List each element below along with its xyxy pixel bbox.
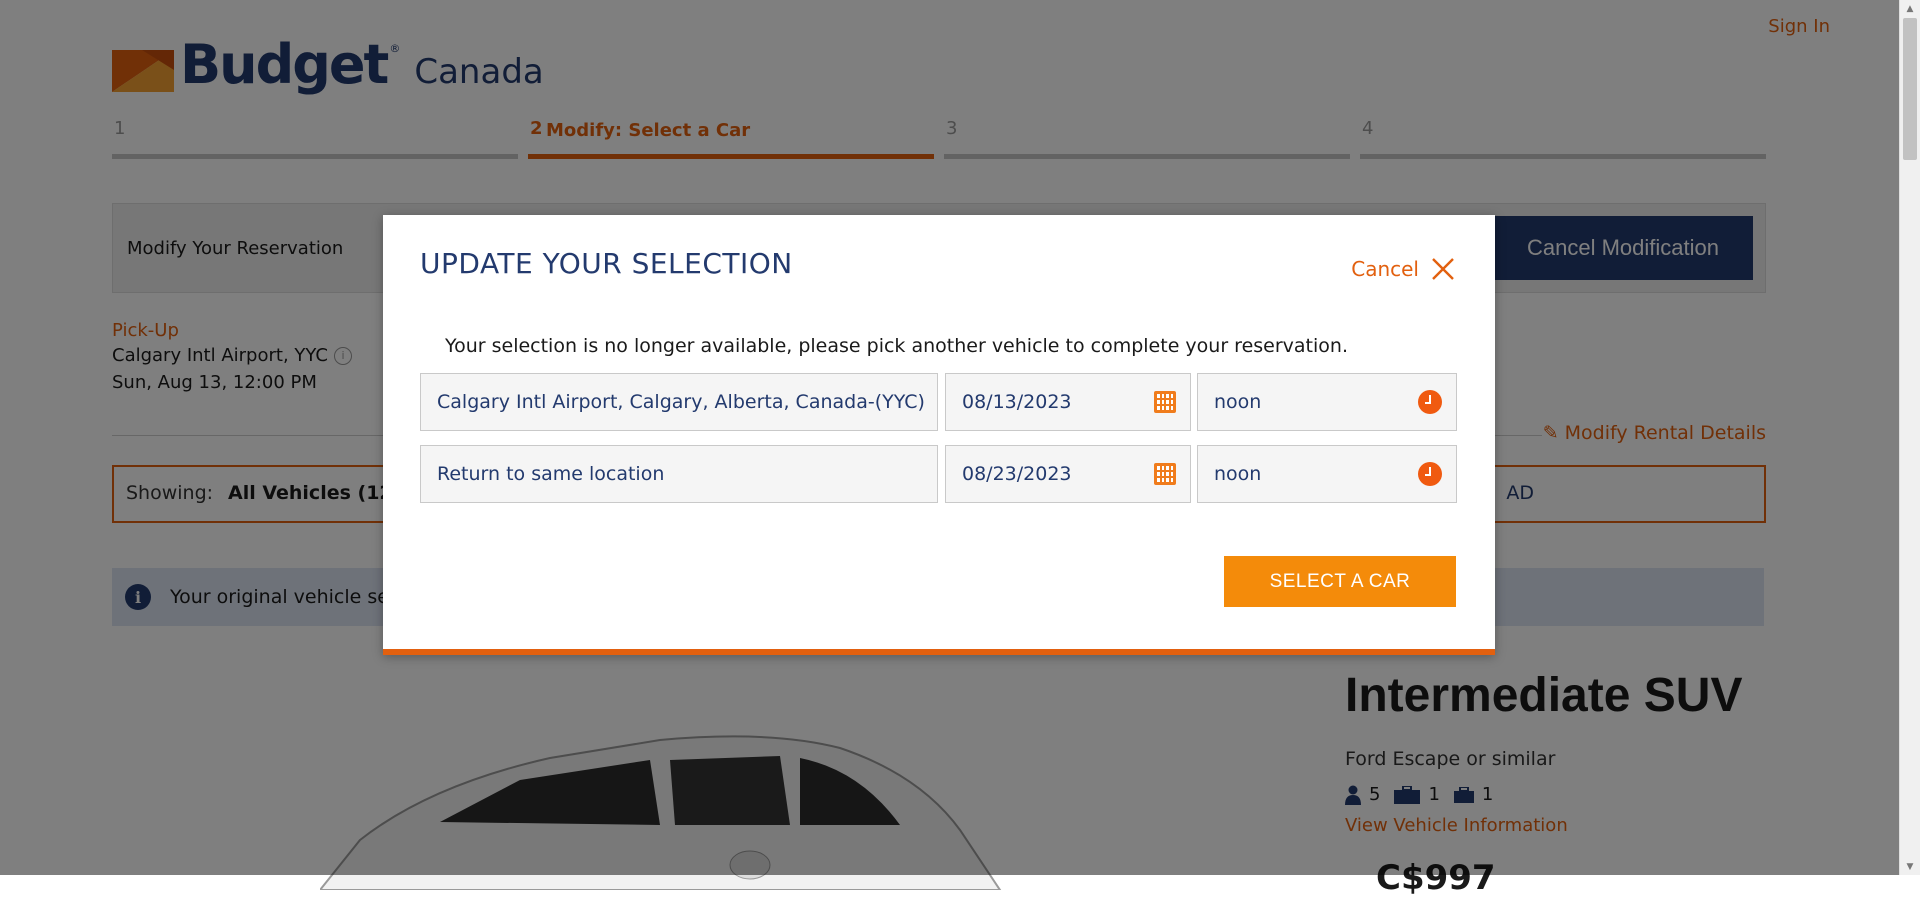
pickup-date-field[interactable]: 08/13/2023 — [945, 373, 1191, 431]
modal-title: UPDATE YOUR SELECTION — [420, 247, 793, 280]
scroll-down-arrow-icon[interactable]: ▼ — [1900, 858, 1920, 875]
close-icon[interactable] — [1431, 257, 1455, 281]
select-a-car-button[interactable]: SELECT A CAR — [1224, 556, 1456, 607]
return-time-field[interactable]: noon — [1197, 445, 1457, 503]
return-time-value: noon — [1214, 463, 1262, 485]
clock-icon[interactable] — [1418, 390, 1442, 414]
return-location-field[interactable]: Return to same location — [420, 445, 938, 503]
pickup-time-field[interactable]: noon — [1197, 373, 1457, 431]
return-location-value: Return to same location — [437, 463, 665, 485]
clock-icon[interactable] — [1418, 462, 1442, 486]
pickup-date-value: 08/13/2023 — [962, 391, 1072, 413]
page-scrollbar[interactable]: ▲ ▼ — [1899, 0, 1920, 875]
return-date-field[interactable]: 08/23/2023 — [945, 445, 1191, 503]
pickup-location-value: Calgary Intl Airport, Calgary, Alberta, … — [437, 391, 925, 413]
return-date-value: 08/23/2023 — [962, 463, 1072, 485]
modal-cancel-label: Cancel — [1351, 257, 1419, 281]
calendar-icon[interactable] — [1154, 391, 1176, 413]
pickup-location-field[interactable]: Calgary Intl Airport, Calgary, Alberta, … — [420, 373, 938, 431]
update-selection-modal: UPDATE YOUR SELECTION Cancel Your select… — [383, 215, 1495, 655]
scroll-up-arrow-icon[interactable]: ▲ — [1900, 0, 1920, 17]
calendar-icon[interactable] — [1154, 463, 1176, 485]
pickup-time-value: noon — [1214, 391, 1262, 413]
modal-cancel-button[interactable]: Cancel — [1351, 257, 1455, 281]
modal-message: Your selection is no longer available, p… — [445, 335, 1348, 357]
scrollbar-thumb[interactable] — [1903, 18, 1917, 160]
